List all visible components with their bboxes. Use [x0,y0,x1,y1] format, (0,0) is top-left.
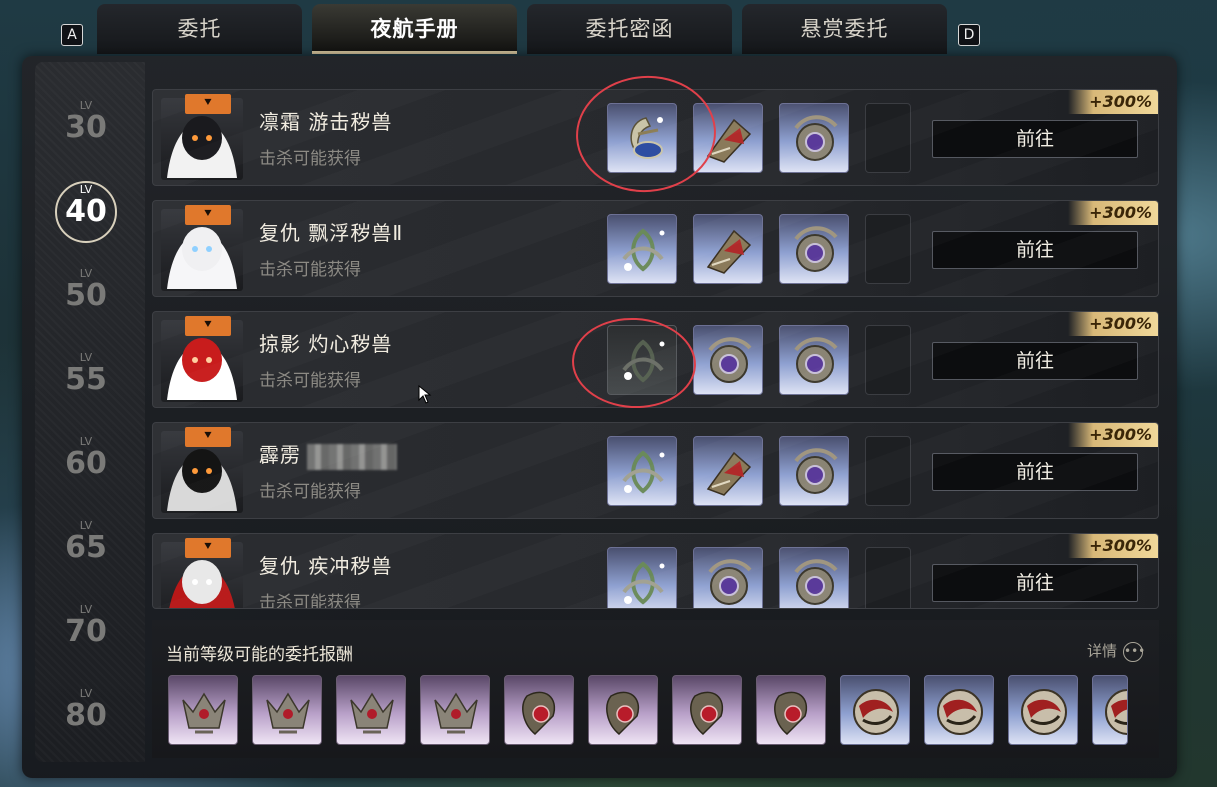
level-reward-crown-purple[interactable] [168,675,238,745]
top-tabs: 委托 夜航手册 委托密函 悬赏委托 [97,4,947,54]
reward-slot-empty [865,103,911,173]
drop-bonus-badge: +300% [1068,423,1158,447]
level-reward-gem-red[interactable] [756,675,826,745]
drop-hint: 击杀可能获得 [259,149,361,169]
reward-triquetra-green[interactable] [607,214,677,284]
level-reward-gem-red[interactable] [672,675,742,745]
reward-ring-purple[interactable] [779,325,849,395]
drop-bonus-badge: +300% [1068,201,1158,225]
reward-slot-empty [865,214,911,284]
level-reward-gem-red[interactable] [588,675,658,745]
details-label: 详情 [1086,642,1117,660]
level-value: 60 [65,446,107,481]
reward-weapon-red[interactable] [693,103,763,173]
reward-weapon-red[interactable] [693,436,763,506]
reward-triquetra-green[interactable] [607,547,677,608]
reward-ring-purple[interactable] [779,547,849,608]
mouse-cursor-icon [418,385,432,404]
drop-bonus-badge: +300% [1068,90,1158,114]
drop-bonus-badge: +300% [1068,534,1158,558]
goto-button[interactable]: 前往 [932,342,1138,380]
level-65[interactable]: LV 65 [50,520,122,564]
elite-badge-icon: ⯆ [185,94,231,114]
drop-hint: 击杀可能获得 [259,593,361,609]
reward-ring-purple[interactable] [779,214,849,284]
reward-slot-empty [865,436,911,506]
level-value: 70 [65,614,107,649]
commission-row[interactable]: ⯆ 霹雳击杀可能获得 +300% 前往 [152,422,1159,519]
goto-button[interactable]: 前往 [932,231,1138,269]
enemy-name: 凛霜 游击秽兽 [259,110,393,134]
reward-ring-purple[interactable] [693,325,763,395]
level-reward-disc-blue[interactable] [840,675,910,745]
level-reward-disc-blue[interactable] [1092,675,1128,745]
reward-weapon-red[interactable] [693,214,763,284]
more-icon: ••• [1123,641,1145,662]
elite-badge-icon: ⯆ [185,316,231,336]
drop-hint: 击杀可能获得 [259,371,361,391]
enemy-name: 复仇 飘浮秽兽Ⅱ [259,221,404,245]
level-value: 65 [65,530,107,565]
level-70[interactable]: LV 70 [50,604,122,648]
level-30[interactable]: LV 30 [50,100,122,144]
reward-ring-purple[interactable] [779,436,849,506]
elite-badge-icon: ⯆ [185,538,231,558]
tab-commission[interactable]: 委托 [97,4,302,54]
drop-hint: 击杀可能获得 [259,260,361,280]
commission-row[interactable]: ⯆ 复仇 疾冲秽兽击杀可能获得 +300% 前往 [152,533,1159,609]
level-reward-crown-purple[interactable] [252,675,322,745]
level-40[interactable]: LV 40 [50,184,122,228]
reward-crescent-blue[interactable] [607,103,677,173]
level-reward-disc-blue[interactable] [924,675,994,745]
level-rail [35,62,145,762]
level-value: 55 [65,362,107,397]
goto-button[interactable]: 前往 [932,120,1138,158]
level-rewards-panel: 当前等级可能的委托报酬 详情 ••• [152,620,1159,758]
details-button[interactable]: 详情 ••• [1086,640,1145,662]
level-value: 50 [65,278,107,313]
elite-badge-icon: ⯆ [185,205,231,225]
level-value: 80 [65,698,107,733]
key-hint-d: D [958,24,980,46]
reward-slot-empty [865,325,911,395]
level-reward-crown-purple[interactable] [420,675,490,745]
commission-row[interactable]: ⯆ 凛霜 游击秽兽击杀可能获得 +300% 前往 [152,89,1159,186]
reward-slot-empty [865,547,911,608]
level-reward-crown-purple[interactable] [336,675,406,745]
redacted-text [307,443,397,470]
goto-button[interactable]: 前往 [932,453,1138,491]
tab-commission-letter[interactable]: 委托密函 [527,4,732,54]
elite-badge-icon: ⯆ [185,427,231,447]
level-50[interactable]: LV 50 [50,268,122,312]
drop-hint: 击杀可能获得 [259,482,361,502]
level-55[interactable]: LV 55 [50,352,122,396]
level-value: 30 [65,110,107,145]
reward-ring-purple[interactable] [693,547,763,608]
enemy-name: 霹雳 [259,439,397,470]
commission-row[interactable]: ⯆ 复仇 飘浮秽兽Ⅱ 击杀可能获得 +300% 前往 [152,200,1159,297]
level-value: 40 [65,194,107,229]
level-80[interactable]: LV 80 [50,688,122,732]
reward-ring-purple[interactable] [779,103,849,173]
reward-triquetra-dark[interactable] [607,325,677,395]
level-rewards-title: 当前等级可能的委托报酬 [166,645,353,665]
goto-button[interactable]: 前往 [932,564,1138,602]
level-60[interactable]: LV 60 [50,436,122,480]
key-hint-a: A [61,24,83,46]
enemy-name: 掠影 灼心秽兽 [259,332,393,356]
drop-bonus-badge: +300% [1068,312,1158,336]
commission-row[interactable]: ⯆ 掠影 灼心秽兽击杀可能获得 +300% 前往 [152,311,1159,408]
level-reward-disc-blue[interactable] [1008,675,1078,745]
reward-triquetra-green[interactable] [607,436,677,506]
level-reward-gem-red[interactable] [504,675,574,745]
tab-bounty-commission[interactable]: 悬赏委托 [742,4,947,54]
enemy-name: 复仇 疾冲秽兽 [259,554,393,578]
tab-night-voyage-handbook[interactable]: 夜航手册 [312,4,517,54]
